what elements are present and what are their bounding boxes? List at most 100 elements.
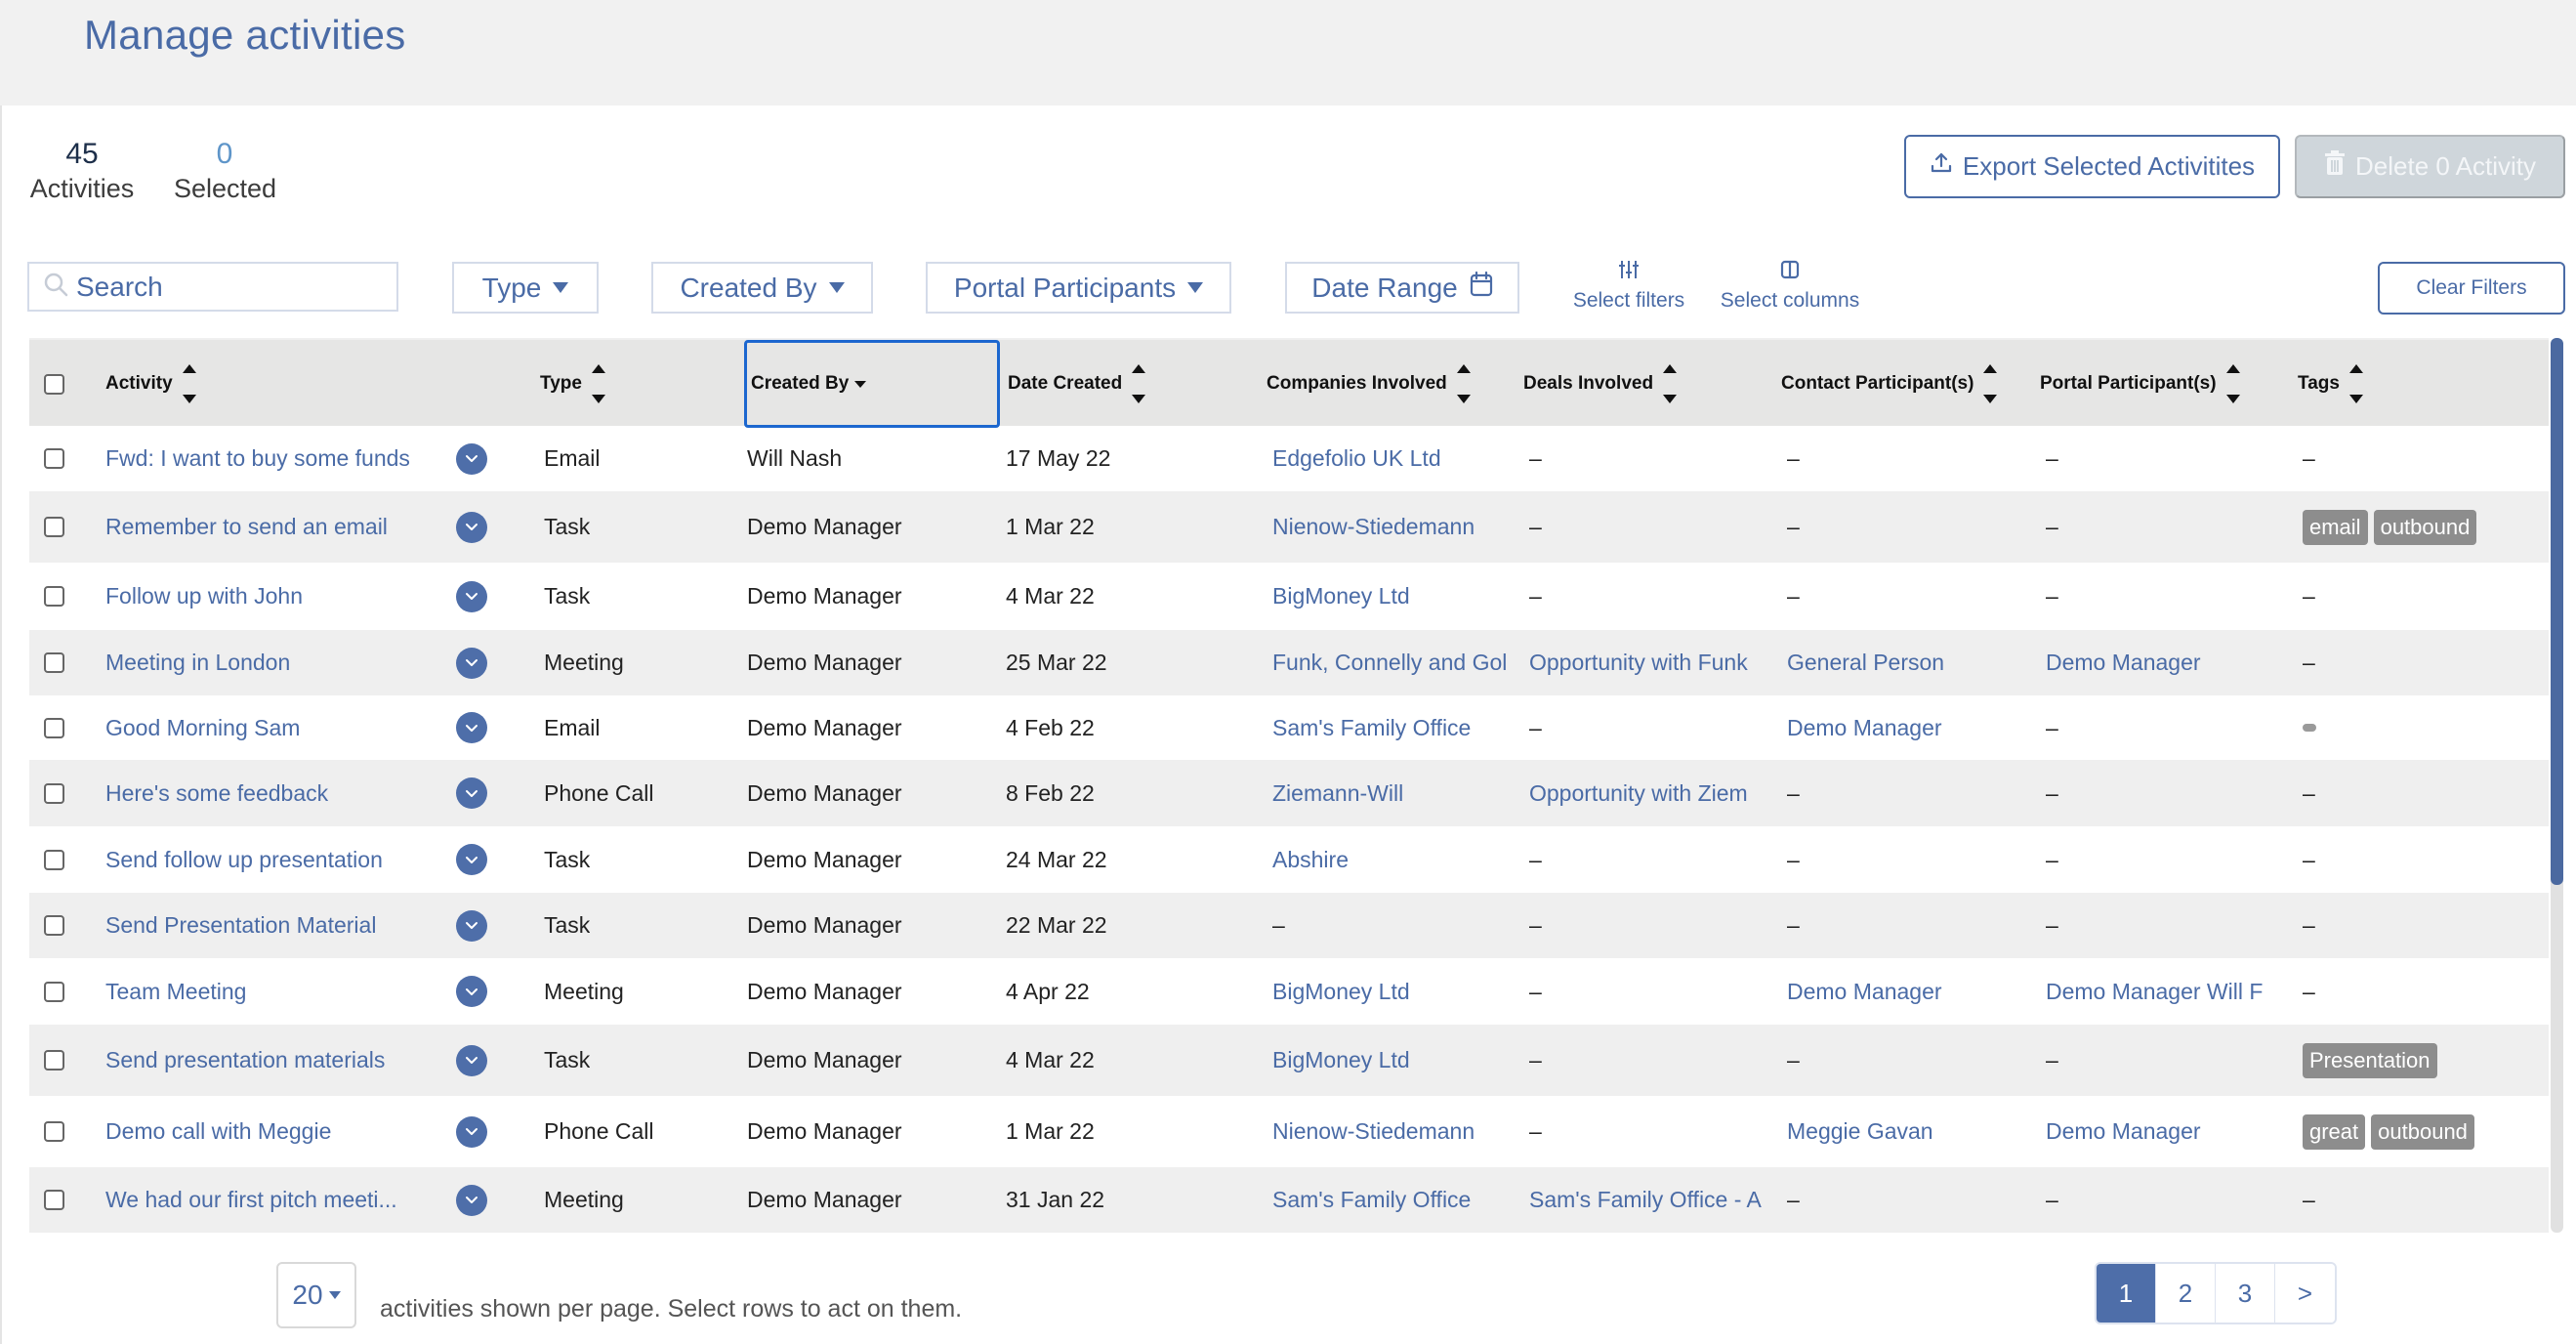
chevron-down-icon[interactable] bbox=[456, 976, 487, 1007]
activity-link[interactable]: Send Presentation Material bbox=[105, 893, 376, 958]
row-checkbox[interactable] bbox=[44, 1190, 64, 1210]
table-row[interactable]: Send Presentation Material Task Demo Manag… bbox=[29, 893, 2549, 958]
sort-icon[interactable] bbox=[1132, 364, 1146, 403]
sort-icon[interactable] bbox=[2348, 364, 2363, 403]
row-checkbox[interactable] bbox=[44, 586, 64, 607]
cell-portal[interactable]: Demo Manager bbox=[2046, 630, 2290, 695]
cell-portal[interactable]: Demo Manager Will F bbox=[2046, 958, 2290, 1025]
cell-companies[interactable]: BigMoney Ltd bbox=[1272, 958, 1517, 1025]
column-header-created-by[interactable]: Created By bbox=[744, 340, 1000, 428]
cell-companies[interactable]: Sam's Family Office bbox=[1272, 695, 1517, 760]
type-filter-dropdown[interactable]: Type bbox=[452, 262, 599, 314]
sort-icon[interactable] bbox=[182, 364, 196, 403]
table-row[interactable]: Demo call with Meggie Phone Call Demo Mana… bbox=[29, 1096, 2549, 1167]
activity-link[interactable]: We had our first pitch meeti... bbox=[105, 1167, 397, 1233]
column-header-tags[interactable]: Tags bbox=[2298, 340, 2363, 428]
column-header-companies[interactable]: Companies Involved bbox=[1267, 340, 1471, 428]
cell-deals[interactable]: Opportunity with Ziem bbox=[1529, 760, 1764, 826]
chevron-down-icon[interactable] bbox=[456, 1184, 487, 1216]
cell-companies[interactable]: Nienow-Stiedemann bbox=[1272, 491, 1517, 563]
row-checkbox[interactable] bbox=[44, 448, 64, 469]
activity-link[interactable]: Follow up with John bbox=[105, 563, 303, 630]
chevron-down-icon[interactable] bbox=[456, 777, 487, 809]
table-row[interactable]: Here's some feedback Phone Call Demo Manag… bbox=[29, 760, 2549, 826]
column-header-type[interactable]: Type bbox=[540, 340, 605, 428]
page-button[interactable]: 2 bbox=[2156, 1264, 2216, 1323]
sort-icon[interactable] bbox=[2225, 364, 2240, 403]
per-page-select[interactable]: 20 bbox=[276, 1262, 356, 1328]
column-header-contacts[interactable]: Contact Participant(s) bbox=[1781, 340, 1998, 428]
activity-link[interactable]: Send follow up presentation bbox=[105, 826, 383, 893]
sort-icon[interactable] bbox=[1663, 364, 1678, 403]
table-row[interactable]: Remember to send an email Task Demo Manage… bbox=[29, 491, 2549, 563]
cell-companies[interactable]: Nienow-Stiedemann bbox=[1272, 1096, 1517, 1167]
table-row[interactable]: Send presentation materials Task Demo Mana… bbox=[29, 1025, 2549, 1096]
table-row[interactable]: Team Meeting Meeting Demo Manager 4 Apr 22 B… bbox=[29, 958, 2549, 1025]
activity-link[interactable]: Remember to send an email bbox=[105, 491, 388, 563]
row-checkbox[interactable] bbox=[44, 717, 64, 738]
search-input[interactable] bbox=[76, 271, 369, 303]
chevron-down-icon[interactable] bbox=[456, 1044, 487, 1076]
row-checkbox[interactable] bbox=[44, 1050, 64, 1071]
table-row[interactable]: Meeting in London Meeting Demo Manager 25 M… bbox=[29, 630, 2549, 695]
table-row[interactable]: Fwd: I want to buy some funds Email Will N… bbox=[29, 426, 2549, 491]
page-button[interactable]: 3 bbox=[2216, 1264, 2275, 1323]
row-checkbox[interactable] bbox=[44, 1121, 64, 1142]
select-all-checkbox[interactable] bbox=[44, 373, 64, 395]
cell-contacts[interactable]: Demo Manager bbox=[1787, 958, 2031, 1025]
cell-companies[interactable]: Funk, Connelly and Gol bbox=[1272, 630, 1517, 695]
select-columns-button[interactable]: Select columns bbox=[1717, 260, 1863, 313]
table-scrollbar-thumb[interactable] bbox=[2551, 338, 2563, 885]
select-filters-button[interactable]: Select filters bbox=[1568, 260, 1689, 313]
cell-contacts[interactable]: Meggie Gavan bbox=[1787, 1096, 2031, 1167]
table-row[interactable]: We had our first pitch meeti... Meeting De… bbox=[29, 1167, 2549, 1233]
column-header-portal[interactable]: Portal Participant(s) bbox=[2040, 340, 2240, 428]
table-row[interactable]: Follow up with John Task Demo Manager 4 Mar… bbox=[29, 563, 2549, 630]
column-header-date-created[interactable]: Date Created bbox=[1008, 340, 1146, 428]
portal-participants-filter-dropdown[interactable]: Portal Participants bbox=[926, 262, 1231, 314]
row-checkbox[interactable] bbox=[44, 981, 64, 1002]
activity-link[interactable]: Good Morning Sam bbox=[105, 695, 300, 760]
clear-filters-button[interactable]: Clear Filters bbox=[2378, 262, 2565, 315]
column-header-activity[interactable]: Activity bbox=[105, 340, 196, 428]
activity-link[interactable]: Meeting in London bbox=[105, 630, 290, 695]
cell-deals[interactable]: Opportunity with Funk bbox=[1529, 630, 1764, 695]
cell-companies[interactable]: Abshire bbox=[1272, 826, 1517, 893]
row-checkbox[interactable] bbox=[44, 849, 64, 870]
row-checkbox[interactable] bbox=[44, 517, 64, 537]
cell-contacts[interactable]: Demo Manager bbox=[1787, 695, 2031, 760]
cell-portal[interactable]: Demo Manager bbox=[2046, 1096, 2290, 1167]
row-checkbox[interactable] bbox=[44, 652, 64, 673]
chevron-down-icon[interactable] bbox=[456, 712, 487, 743]
cell-companies[interactable]: Edgefolio UK Ltd bbox=[1272, 426, 1517, 491]
sort-icon[interactable] bbox=[591, 364, 605, 403]
cell-companies[interactable]: Ziemann-Will bbox=[1272, 760, 1517, 826]
activity-link[interactable]: Here's some feedback bbox=[105, 760, 328, 826]
next-page-button[interactable]: > bbox=[2275, 1264, 2335, 1323]
chevron-down-icon[interactable] bbox=[456, 909, 487, 942]
column-header-deals[interactable]: Deals Involved bbox=[1523, 340, 1678, 428]
sort-icon[interactable] bbox=[1983, 364, 1998, 403]
cell-companies[interactable]: BigMoney Ltd bbox=[1272, 1025, 1517, 1096]
created-by-filter-dropdown[interactable]: Created By bbox=[651, 262, 873, 314]
table-row[interactable]: Good Morning Sam Email Demo Manager 4 Feb 2… bbox=[29, 695, 2549, 760]
cell-companies[interactable]: BigMoney Ltd bbox=[1272, 563, 1517, 630]
activity-link[interactable]: Team Meeting bbox=[105, 958, 246, 1025]
cell-contacts[interactable]: General Person bbox=[1787, 630, 2031, 695]
row-checkbox[interactable] bbox=[44, 782, 64, 804]
chevron-down-icon[interactable] bbox=[456, 580, 487, 612]
activity-link[interactable]: Send presentation materials bbox=[105, 1025, 385, 1096]
page-button[interactable]: 1 bbox=[2097, 1264, 2156, 1323]
cell-companies[interactable]: Sam's Family Office bbox=[1272, 1167, 1517, 1233]
activity-link[interactable]: Fwd: I want to buy some funds bbox=[105, 426, 410, 491]
chevron-down-icon[interactable] bbox=[456, 1115, 487, 1148]
activity-link[interactable]: Demo call with Meggie bbox=[105, 1096, 331, 1167]
chevron-down-icon[interactable] bbox=[456, 442, 487, 475]
export-selected-button[interactable]: Export Selected Activitites bbox=[1904, 135, 2280, 198]
chevron-down-icon[interactable] bbox=[456, 844, 487, 875]
table-row[interactable]: Send follow up presentation Task Demo Mana… bbox=[29, 826, 2549, 893]
cell-deals[interactable]: Sam's Family Office - A bbox=[1529, 1167, 1764, 1233]
chevron-down-icon[interactable] bbox=[456, 511, 487, 543]
chevron-down-icon[interactable] bbox=[456, 647, 487, 679]
delete-activity-button[interactable]: Delete 0 Activity bbox=[2295, 135, 2565, 198]
